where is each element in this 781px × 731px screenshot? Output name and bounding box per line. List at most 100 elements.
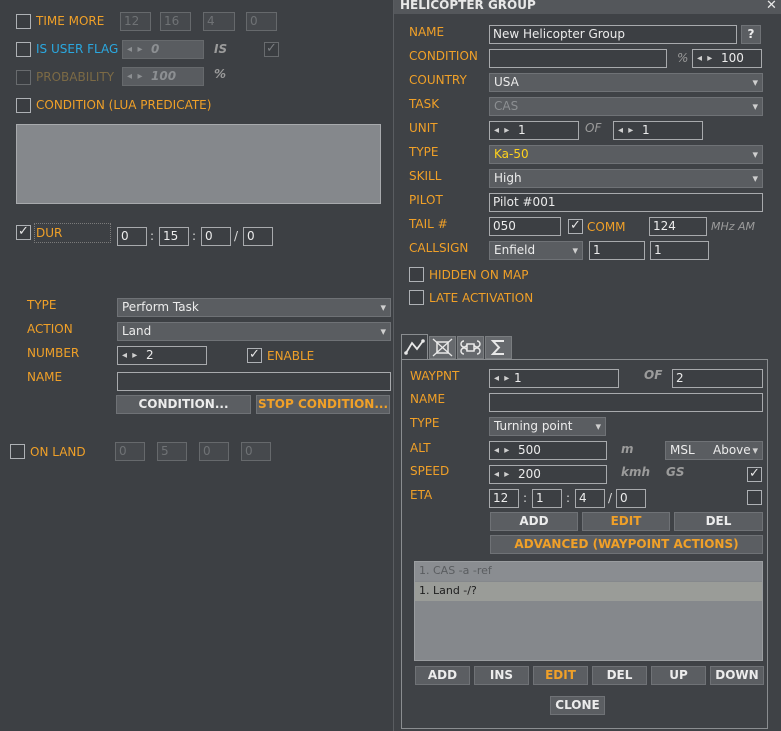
condition-lua-checkbox[interactable] [16, 98, 31, 113]
action-label: ACTION [27, 322, 73, 336]
unit-spinner[interactable]: 1 [489, 121, 579, 140]
dur-sep-1: : [150, 229, 155, 243]
waypnt-of-input[interactable]: 2 [672, 369, 763, 388]
eta-label: ETA [410, 488, 433, 502]
group-condition-percent[interactable]: 100 [692, 49, 762, 68]
trigger-panel: TIME MORE 12 16 4 0 IS USER FLAG 0 IS PR… [0, 0, 400, 731]
skill-select[interactable]: High [489, 169, 763, 188]
condition-lua-textarea[interactable] [16, 124, 381, 204]
unit-of-spinner[interactable]: 1 [613, 121, 703, 140]
list-item[interactable]: 1. Land -/? [415, 582, 762, 601]
time-more-field-1[interactable]: 12 [120, 12, 151, 31]
condition-button[interactable]: CONDITION... [116, 395, 251, 414]
list-up-button[interactable]: UP [651, 666, 706, 685]
user-flag-checkbox[interactable] [16, 42, 31, 57]
on-land-checkbox[interactable] [10, 444, 25, 459]
dur-field-2[interactable]: 15 [159, 227, 189, 246]
time-more-field-3[interactable]: 4 [203, 12, 235, 31]
name-input[interactable] [117, 372, 391, 391]
probability-checkbox[interactable] [16, 70, 31, 85]
list-down-button[interactable]: DOWN [710, 666, 764, 685]
dur-field-3[interactable]: 0 [201, 227, 231, 246]
late-activation-checkbox[interactable] [409, 290, 424, 305]
number-spinner[interactable]: 2 [117, 346, 207, 365]
tab-route[interactable] [401, 334, 428, 359]
tab-summary[interactable] [485, 336, 512, 359]
country-select[interactable]: USA [489, 73, 763, 92]
dur-checkbox[interactable] [16, 224, 31, 240]
group-name-input[interactable]: New Helicopter Group [489, 25, 737, 44]
eta-sep-3: / [608, 491, 613, 505]
skill-label: SKILL [409, 169, 442, 183]
user-flag-spinner[interactable]: 0 [122, 40, 204, 59]
list-ins-button[interactable]: INS [474, 666, 529, 685]
action-item-text: 1. Land -/? [419, 584, 477, 597]
sigma-icon [490, 340, 504, 355]
list-del-button[interactable]: DEL [592, 666, 647, 685]
alt-ref-mode: Above [713, 443, 751, 457]
comm-unit: MHz AM [711, 220, 756, 233]
close-icon[interactable]: ✕ [766, 0, 777, 13]
callsign-select[interactable]: Enfield [489, 241, 583, 260]
wp-name-input[interactable] [489, 393, 763, 412]
on-land-field-2[interactable]: 5 [157, 442, 187, 461]
wp-type-select[interactable]: Turning point [489, 417, 606, 436]
probability-spinner[interactable]: 100 [122, 67, 204, 86]
tail-label: TAIL # [409, 217, 448, 231]
dur-field-1[interactable]: 0 [117, 227, 147, 246]
eta-lock-checkbox[interactable] [747, 490, 762, 505]
tail-input[interactable]: 050 [489, 217, 561, 236]
unit-of-label: OF [585, 121, 602, 135]
task-label: TASK [409, 97, 440, 111]
aircraft-type-label: TYPE [409, 145, 439, 159]
aircraft-type-select[interactable]: Ka-50 [489, 145, 763, 164]
stop-condition-button[interactable]: STOP CONDITION... [256, 395, 390, 414]
hidden-on-map-checkbox[interactable] [409, 267, 424, 282]
alt-ref-select[interactable]: MSL Above [665, 441, 763, 460]
advanced-waypoint-actions-button[interactable]: ADVANCED (WAYPOINT ACTIONS) [490, 535, 763, 554]
list-item[interactable]: 1. CAS -a -ref [415, 562, 762, 581]
wp-type-label: TYPE [410, 416, 440, 430]
enable-checkbox[interactable] [247, 347, 262, 363]
on-land-field-3[interactable]: 0 [199, 442, 229, 461]
task-select[interactable]: CAS [489, 97, 763, 116]
on-land-field-4[interactable]: 0 [241, 442, 271, 461]
callsign-number-1[interactable]: 1 [589, 241, 645, 260]
on-land-field-1[interactable]: 0 [115, 442, 145, 461]
user-flag-is-checkbox[interactable] [264, 41, 279, 57]
wp-add-button[interactable]: ADD [490, 512, 578, 531]
list-edit-button[interactable]: EDIT [533, 666, 588, 685]
callsign-number-2[interactable]: 1 [650, 241, 709, 260]
group-condition-input[interactable] [489, 49, 667, 68]
speed-label: SPEED [410, 464, 450, 478]
pilot-label: PILOT [409, 193, 443, 207]
command-icon [460, 340, 481, 355]
helicopter-group-panel: HELICOPTER GROUP ✕ NAME New Helicopter G… [393, 0, 781, 731]
wp-edit-button[interactable]: EDIT [582, 512, 670, 531]
type-select[interactable]: Perform Task [117, 298, 391, 317]
eta-field-3[interactable]: 4 [575, 489, 605, 508]
waypnt-of-label: OF [644, 368, 663, 382]
list-add-button[interactable]: ADD [415, 666, 470, 685]
comm-input[interactable]: 124 [649, 217, 707, 236]
eta-field-1[interactable]: 12 [489, 489, 519, 508]
clone-button[interactable]: CLONE [550, 696, 605, 715]
time-more-checkbox[interactable] [16, 14, 31, 29]
gs-checkbox[interactable] [747, 466, 762, 482]
speed-spinner[interactable]: 200 [489, 465, 607, 484]
wp-del-button[interactable]: DEL [674, 512, 763, 531]
dur-field-4[interactable]: 0 [243, 227, 273, 246]
tab-triggered-actions[interactable] [457, 336, 484, 359]
help-button[interactable]: ? [741, 25, 761, 44]
tab-target[interactable] [429, 336, 456, 359]
actions-list[interactable]: 1. CAS -a -ref 1. Land -/? [414, 561, 763, 661]
action-select[interactable]: Land [117, 322, 391, 341]
time-more-field-4[interactable]: 0 [246, 12, 277, 31]
comm-checkbox[interactable] [568, 218, 583, 234]
time-more-field-2[interactable]: 16 [160, 12, 191, 31]
waypnt-select[interactable]: 1 [489, 369, 619, 388]
alt-spinner[interactable]: 500 [489, 441, 607, 460]
pilot-input[interactable]: Pilot #001 [489, 193, 763, 212]
eta-field-4[interactable]: 0 [616, 489, 646, 508]
eta-field-2[interactable]: 1 [532, 489, 562, 508]
